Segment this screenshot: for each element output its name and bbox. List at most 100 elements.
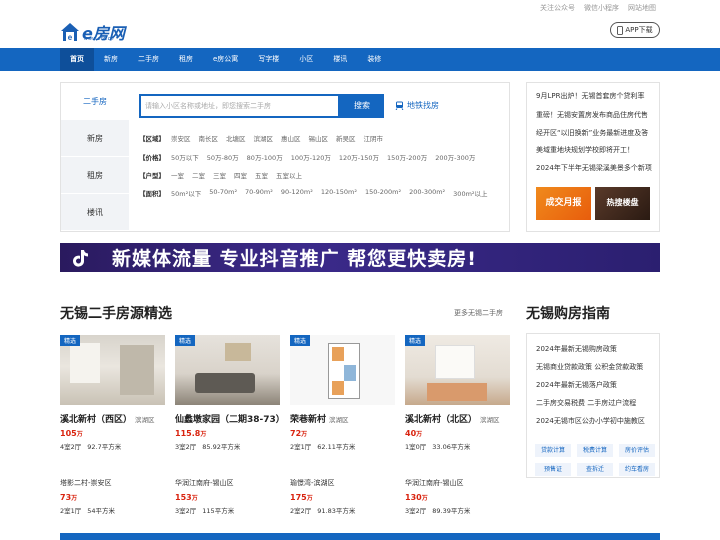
- filter-option[interactable]: 150万-200万: [387, 152, 427, 162]
- filter-option[interactable]: 50m²以下: [171, 188, 201, 198]
- top-link-wechat-account[interactable]: 关注公众号: [540, 3, 575, 13]
- listing-area: 54平方米: [87, 507, 116, 515]
- banner-text: 新媒体流量 专业抖音推广 帮您更快卖房!: [112, 248, 477, 270]
- svg-text:e: e: [68, 33, 73, 42]
- filter-option[interactable]: 五室以上: [276, 170, 302, 180]
- search-button[interactable]: 搜索: [340, 94, 384, 118]
- listing-photo: 精选: [290, 335, 395, 405]
- nav-item-community[interactable]: 小区: [289, 48, 323, 71]
- listing-price: 175: [290, 493, 307, 502]
- filter-option[interactable]: 三室: [213, 170, 226, 180]
- nav-item-office[interactable]: 写字楼: [248, 48, 289, 71]
- filter-option[interactable]: 120-150m²: [321, 188, 357, 198]
- news-link[interactable]: 2024年下半年无锡梁溪美景多个新项: [536, 163, 654, 173]
- listing-card[interactable]: 精选 溪北新村（北区） 滨湖区 40万 1室0厅 33.06平方米: [405, 335, 510, 451]
- nav-item-news[interactable]: 楼讯: [323, 48, 357, 71]
- listing-photo: 精选: [405, 335, 510, 405]
- search-tabs: 二手房 新房 租房 楼讯: [61, 83, 129, 231]
- tool-grid: 贷款计算 税费计算 房价评估 预售证 查拆迁 约车看房: [535, 444, 655, 476]
- filter-option[interactable]: 200-300m²: [409, 188, 445, 198]
- listing-photo: 精选: [175, 335, 280, 405]
- featured-badge: 精选: [290, 335, 311, 346]
- filter-option[interactable]: 四室: [234, 170, 247, 180]
- filter-option[interactable]: 120万-150万: [339, 152, 379, 162]
- listing-card[interactable]: 精选 仙蠡墩家园（二期38-73） 115.8万 3室2厅 85.92平方米: [175, 335, 285, 451]
- featured-badge: 精选: [175, 335, 196, 346]
- compact-listing[interactable]: 塔影二村-崇安区 73万 2室1厅 54平方米: [60, 478, 165, 515]
- news-link[interactable]: 美域重地块规划学校即将开工！: [536, 145, 654, 155]
- tab-new-homes[interactable]: 新房: [61, 120, 129, 157]
- search-input[interactable]: 请输入小区名称或地址，即您搜索二手房: [139, 94, 340, 118]
- top-link-mini-program[interactable]: 微信小程序: [584, 3, 619, 13]
- presale-permit-button[interactable]: 预售证: [535, 463, 571, 476]
- book-viewing-button[interactable]: 约车看房: [619, 463, 655, 476]
- nav-item-apartment[interactable]: e房公寓: [203, 48, 248, 71]
- listing-card[interactable]: 精选 溪北新村（西区） 滨湖区 105万 4室2厅 92.7平方米: [60, 335, 165, 451]
- tax-calculator-button[interactable]: 税费计算: [577, 444, 613, 457]
- nav-item-decoration[interactable]: 装修: [357, 48, 391, 71]
- promo-banner[interactable]: 新媒体流量 专业抖音推广 帮您更快卖房!: [60, 243, 660, 272]
- more-listings-link[interactable]: 更多无锡二手房: [454, 308, 503, 318]
- filter-label: 【户型】: [139, 172, 165, 180]
- compact-listing[interactable]: 华润江南府-锡山区 130万 3室2厅 89.39平方米: [405, 478, 510, 515]
- filter-option[interactable]: 江阴市: [364, 133, 384, 143]
- demolition-check-button[interactable]: 查拆迁: [577, 463, 613, 476]
- price-unit: 万: [71, 495, 78, 502]
- filter-option[interactable]: 200万-300万: [435, 152, 475, 162]
- filter-option[interactable]: 五室: [255, 170, 268, 180]
- monthly-report-promo[interactable]: 成交月报: [536, 187, 591, 220]
- top-link-site-map[interactable]: 网站地图: [628, 3, 656, 13]
- filter-option[interactable]: 二室: [192, 170, 205, 180]
- news-link[interactable]: 经开区“以旧换新”业务最新进度及答: [536, 128, 654, 138]
- tab-second-hand[interactable]: 二手房: [61, 83, 129, 120]
- filter-option[interactable]: 80万-100万: [247, 152, 283, 162]
- guide-link[interactable]: 无锡商业贷款政策 公积金贷款政策: [536, 362, 643, 372]
- listing-card[interactable]: 精选 荣巷新村 滨湖区 72万 2室1厅 62.11平方米: [290, 335, 395, 451]
- filter-option[interactable]: 崇安区: [171, 133, 191, 143]
- filter-option[interactable]: 南长区: [199, 133, 219, 143]
- filter-option[interactable]: 50-70m²: [209, 188, 237, 198]
- loan-calculator-button[interactable]: 贷款计算: [535, 444, 571, 457]
- listing-price: 130: [405, 493, 422, 502]
- listing-area: 33.06平方米: [432, 443, 471, 451]
- hot-projects-promo[interactable]: 热搜楼盘: [595, 187, 650, 220]
- filter-option[interactable]: 滨湖区: [254, 133, 274, 143]
- news-link[interactable]: 9月LPR出炉！无锡首套房个贷利率: [536, 91, 654, 101]
- nav-item-rental[interactable]: 租房: [169, 48, 203, 71]
- filter-option[interactable]: 90-120m²: [281, 188, 313, 198]
- price-evaluation-button[interactable]: 房价评估: [619, 444, 655, 457]
- filter-option[interactable]: 150-200m²: [365, 188, 401, 198]
- guide-link[interactable]: 2024无锡市区公办小学初中施教区: [536, 416, 645, 426]
- guide-link[interactable]: 2024年最新无锡落户政策: [536, 380, 617, 390]
- logo[interactable]: e e房网 www.efw.cn: [60, 20, 140, 44]
- filter-option[interactable]: 50万-80万: [207, 152, 239, 162]
- nav-item-second-hand[interactable]: 二手房: [128, 48, 169, 71]
- tab-news[interactable]: 楼讯: [61, 194, 129, 231]
- filter-option[interactable]: 70-90m²: [245, 188, 273, 198]
- compact-listing[interactable]: 华润江南府-锡山区 153万 3室2厅 115平方米: [175, 478, 280, 515]
- app-download-button[interactable]: APP下载: [610, 22, 660, 38]
- guide-link[interactable]: 二手房交易税费 二手房过户流程: [536, 398, 636, 408]
- filter-option[interactable]: 50万以下: [171, 152, 199, 162]
- filter-option[interactable]: 惠山区: [281, 133, 301, 143]
- price-unit: 万: [416, 431, 423, 438]
- filter-option[interactable]: 一室: [171, 170, 184, 180]
- filter-option[interactable]: 100万-120万: [291, 152, 331, 162]
- nav-item-new-homes[interactable]: 新房: [94, 48, 128, 71]
- compact-listing[interactable]: 瑜憬湾-滨湖区 175万 2室2厅 91.83平方米: [290, 478, 395, 515]
- guide-link[interactable]: 2024年最新无锡购房政策: [536, 344, 617, 354]
- news-link[interactable]: 重磅！无锡安置房发布商品住房代售: [536, 110, 654, 120]
- listing-name: 华润江南府-锡山区: [175, 479, 234, 487]
- top-links: 关注公众号 微信小程序 网站地图: [540, 3, 656, 13]
- filter-option[interactable]: 北塘区: [226, 133, 246, 143]
- listings-title: 无锡二手房源精选: [60, 306, 172, 322]
- nav-item-home[interactable]: 首页: [60, 48, 94, 71]
- phone-icon: [617, 25, 624, 35]
- listing-price: 72: [290, 429, 302, 438]
- tab-rental[interactable]: 租房: [61, 157, 129, 194]
- filter-option[interactable]: 300m²以上: [453, 188, 487, 198]
- subway-search-link[interactable]: 地铁找房: [395, 100, 439, 111]
- filter-option[interactable]: 新吴区: [336, 133, 356, 143]
- featured-badge: 精选: [60, 335, 81, 346]
- filter-option[interactable]: 锡山区: [309, 133, 329, 143]
